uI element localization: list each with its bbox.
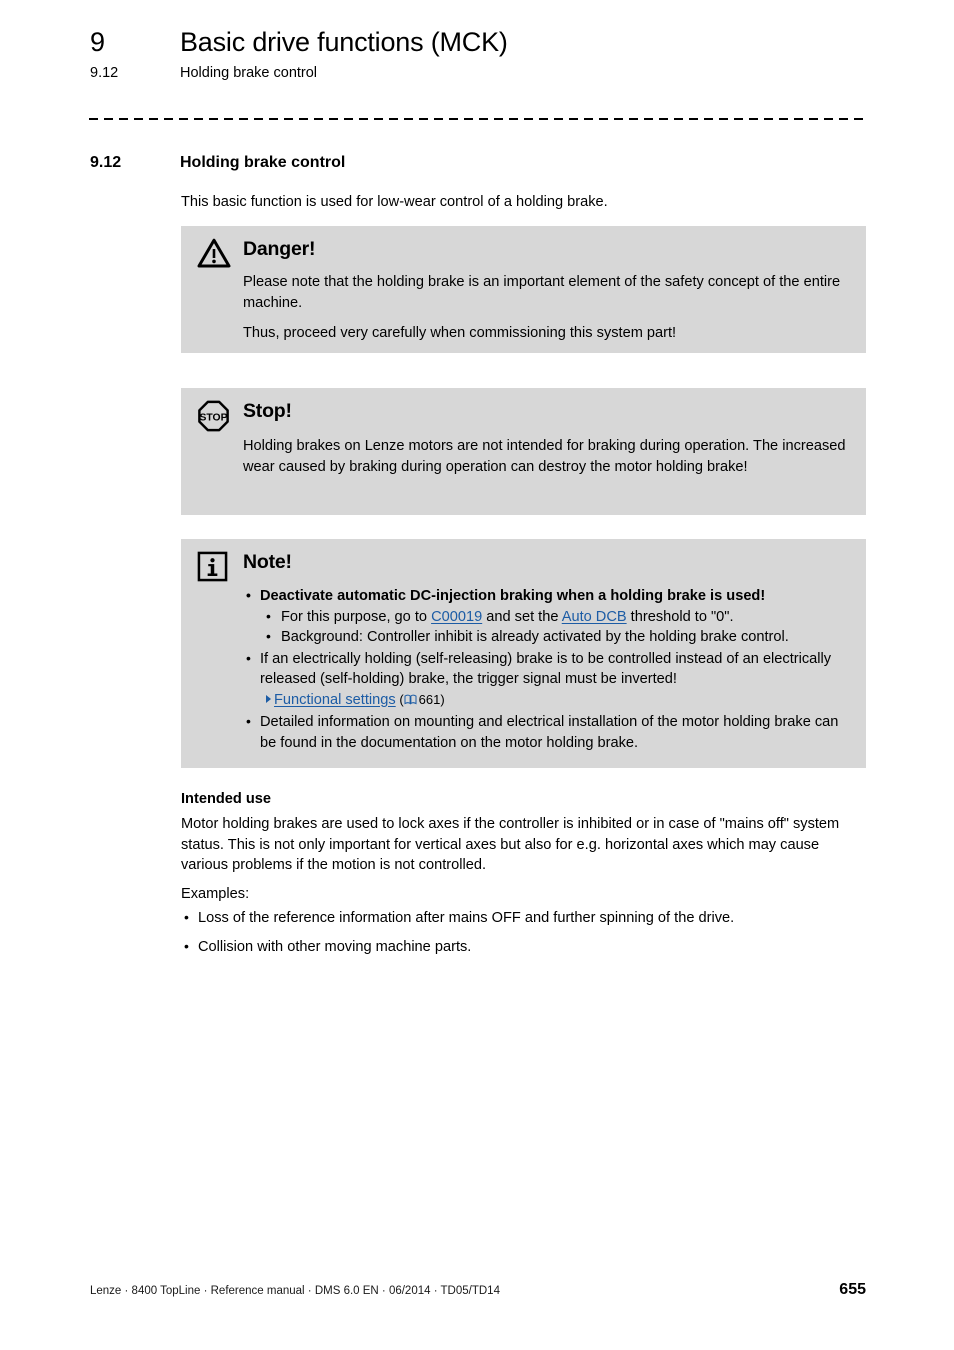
note-sub-1-text-a: For this purpose, go to <box>281 608 432 625</box>
callout-danger-header: Danger! <box>197 236 850 268</box>
note-item-3-text: Detailed information on mounting and ele… <box>260 714 839 751</box>
header-section-title: Holding brake control <box>180 65 318 81</box>
callout-note-body: Deactivate automatic DC-injection brakin… <box>197 585 850 753</box>
intro-paragraph: This basic function is used for low-wear… <box>181 194 608 210</box>
callout-note-header: Note! <box>197 549 850 582</box>
svg-text:STOP: STOP <box>200 413 228 424</box>
header-chapter-title: Basic drive functions (MCK) <box>180 27 508 57</box>
note-item-2-text: If an electrically holding (self-releasi… <box>260 650 832 688</box>
crossref-page-number: 661 <box>418 691 441 707</box>
note-item-1-text: Deactivate automatic DC-injection brakin… <box>260 588 766 604</box>
note-sublist-1: For this purpose, go to C00019 and set t… <box>243 606 850 648</box>
note-list-item-3: Detailed information on mounting and ele… <box>243 711 850 753</box>
callout-note: Note! Deactivate automatic DC-injection … <box>181 539 866 768</box>
stop-sign-icon: STOP <box>197 398 243 432</box>
header-section-row: 9.12 Holding brake control <box>90 64 870 82</box>
callout-stop: STOP Stop! Holding brakes on Lenze motor… <box>181 388 866 515</box>
header-section-number: 9.12 <box>90 65 119 81</box>
examples-list-item: Loss of the reference information after … <box>181 907 866 929</box>
callout-stop-paragraph-1: Holding brakes on Lenze motors are not i… <box>243 438 846 475</box>
note-sub-1-text-c: threshold to "0". <box>626 608 734 625</box>
header-chapter-number: 9 <box>90 27 105 57</box>
callout-stop-title: Stop! <box>243 400 292 422</box>
note-list-item-1: Deactivate automatic DC-injection brakin… <box>243 585 850 607</box>
intended-use-paragraph-wrap: Motor holding brakes are used to lock ax… <box>181 814 866 876</box>
running-header: 9 Basic drive functions (MCK) 9.12 Holdi… <box>90 26 870 82</box>
book-icon <box>404 691 417 712</box>
header-chapter-row: 9 Basic drive functions (MCK) <box>90 26 870 58</box>
callout-danger-paragraph-2: Thus, proceed very carefully when commis… <box>243 325 677 341</box>
callout-stop-body: Holding brakes on Lenze motors are not i… <box>197 436 850 477</box>
crossref-page-group: ( 661) <box>396 691 445 707</box>
header-divider <box>89 118 866 120</box>
footer-imprint: Lenze · 8400 TopLine · Reference manual … <box>90 1285 500 1297</box>
callout-danger-paragraph-1: Please note that the holding brake is an… <box>243 274 841 311</box>
warning-triangle-icon <box>197 236 243 268</box>
info-icon <box>197 549 243 582</box>
examples-label-wrap: Examples: <box>181 884 866 905</box>
callout-danger-title: Danger! <box>243 238 316 260</box>
note-item-2-crossref[interactable]: Functional settings ( 661) <box>266 690 850 712</box>
section-intro: This basic function is used for low-wear… <box>181 192 866 213</box>
document-page: 9 Basic drive functions (MCK) 9.12 Holdi… <box>0 0 954 1350</box>
crossref-close-paren: ) <box>440 691 445 707</box>
link-auto-dcb[interactable]: Auto DCB <box>562 609 627 625</box>
section-heading: 9.12 Holding brake control <box>90 152 870 174</box>
link-c00019[interactable]: C00019 <box>431 609 482 625</box>
callout-stop-header: STOP Stop! <box>197 398 850 432</box>
intended-use-paragraph: Motor holding brakes are used to lock ax… <box>181 816 840 873</box>
note-sublist-item-1: For this purpose, go to C00019 and set t… <box>263 606 850 628</box>
examples-list: Loss of the reference information after … <box>181 907 866 958</box>
note-list: Deactivate automatic DC-injection brakin… <box>243 585 850 753</box>
note-list-item-2: If an electrically holding (self-releasi… <box>243 648 850 712</box>
examples-list-item: Collision with other moving machine part… <box>181 936 866 958</box>
callout-danger: Danger! Please note that the holding bra… <box>181 226 866 353</box>
link-functional-settings[interactable]: Functional settings <box>274 692 396 708</box>
footer-page-number: 655 <box>839 1281 866 1298</box>
note-sub-2-text: Background: Controller inhibit is alread… <box>281 629 789 645</box>
note-sub-1-text-b: and set the <box>482 608 562 625</box>
callout-note-title: Note! <box>243 551 292 573</box>
callout-danger-body: Please note that the holding brake is an… <box>197 272 850 344</box>
triangle-right-icon <box>266 694 271 703</box>
section-title: Holding brake control <box>180 154 346 171</box>
note-sublist-item-2: Background: Controller inhibit is alread… <box>263 626 850 648</box>
examples-label: Examples: <box>181 886 250 902</box>
page-footer: Lenze · 8400 TopLine · Reference manual … <box>90 1281 866 1299</box>
intended-use-heading: Intended use <box>181 791 272 807</box>
section-number: 9.12 <box>90 154 122 171</box>
intended-use-heading-wrap: Intended use <box>181 789 866 810</box>
